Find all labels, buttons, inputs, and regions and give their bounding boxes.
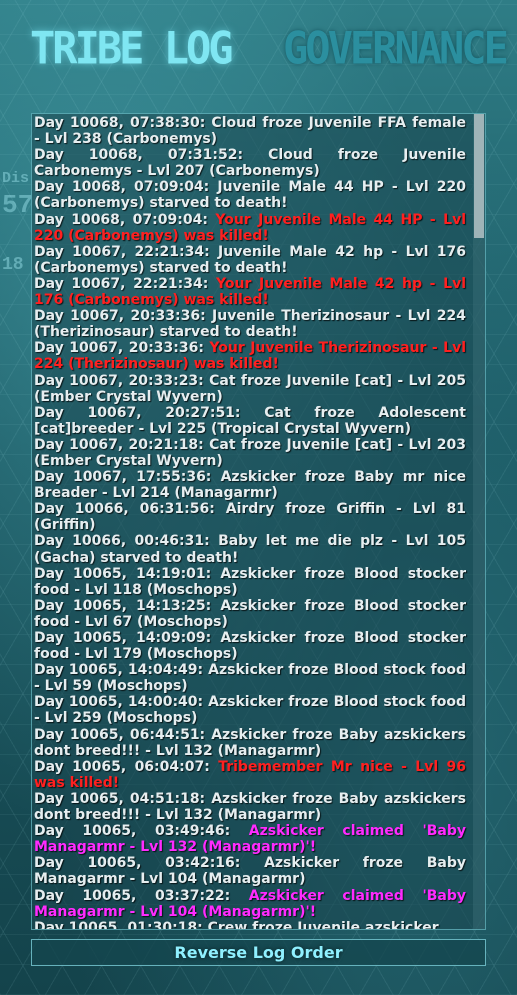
log-entry-text: Day 10068, 07:09:04: [34, 211, 216, 228]
log-entry: Day 10068, 07:38:30: Cloud froze Juvenil… [34, 115, 466, 147]
log-entry-text: Day 10065, 14:09:09: Azskicker froze Blo… [34, 630, 466, 663]
log-scrollbar-thumb[interactable] [474, 114, 484, 238]
log-entry: Day 10068, 07:09:04: Your Juvenile Male … [34, 212, 466, 244]
background-label-num: 57 [2, 190, 34, 220]
log-entry: Day 10067, 22:21:34: Your Juvenile Male … [34, 276, 466, 308]
log-entry: Day 10067, 20:33:36: Juvenile Therizinos… [34, 308, 466, 340]
log-entry: Day 10067, 20:33:23: Cat froze Juvenile … [34, 373, 466, 405]
log-scrollbar[interactable] [473, 114, 485, 929]
log-entry: Day 10067, 20:33:36: Your Juvenile Theri… [34, 340, 466, 372]
log-entry-text: Day 10065, 06:04:07: [34, 758, 219, 775]
log-entry-text: Day 10067, 20:33:36: [34, 340, 210, 357]
log-entry-text: Day 10067, 20:21:18: Cat froze Juvenile … [34, 436, 466, 469]
log-entry-text: Day 10065, 14:19:01: Azskicker froze Blo… [34, 565, 466, 598]
log-entry-text: Day 10067, 17:55:36: Azskicker froze Bab… [34, 469, 466, 502]
tab-tribe-log[interactable]: TRIBE LOG [30, 16, 234, 81]
log-entry: Day 10065, 14:04:49: Azskicker froze Blo… [34, 662, 466, 694]
log-entry: Day 10065, 14:00:40: Azskicker froze Blo… [34, 694, 466, 726]
log-entry: Day 10065, 14:09:09: Azskicker froze Blo… [34, 630, 466, 662]
log-entry: Day 10067, 17:55:36: Azskicker froze Bab… [34, 469, 466, 501]
log-entry-text: Day 10067, 22:21:34: [34, 275, 217, 292]
reverse-log-order-button[interactable]: Reverse Log Order [31, 939, 486, 966]
log-entry-text: Day 10067, 20:33:36: Juvenile Therizinos… [34, 308, 466, 341]
log-entry: Day 10068, 07:09:04: Juvenile Male 44 HP… [34, 179, 466, 211]
log-entry-text: Day 10066, 06:31:56: Airdry froze Griffi… [34, 501, 466, 534]
log-entry-text: Day 10067, 20:27:51: Cat froze Adolescen… [34, 404, 466, 437]
log-entry: Day 10066, 00:46:31: Baby let me die plz… [34, 533, 466, 565]
log-entry: Day 10065, 14:19:01: Azskicker froze Blo… [34, 566, 466, 598]
background-label-num2: 18 [2, 255, 24, 275]
log-entry-text: Day 10067, 20:33:23: Cat froze Juvenile … [34, 372, 466, 405]
log-entry-text: Day 10065, 03:49:46: [34, 823, 249, 840]
log-entry-text: Day 10065, 04:51:18: Azskicker froze Bab… [34, 790, 466, 824]
log-entry-text: Day 10068, 07:31:52: Cloud froze Juvenil… [34, 147, 466, 180]
reverse-log-order-label: Reverse Log Order [174, 943, 343, 962]
log-list: Day 10068, 07:38:30: Cloud froze Juvenil… [34, 115, 466, 930]
log-entry: Day 10067, 20:21:18: Cat froze Juvenile … [34, 437, 466, 469]
log-entry: Day 10067, 22:21:34: Juvenile Male 42 hp… [34, 244, 466, 276]
log-entry: Day 10065, 14:13:25: Azskicker froze Blo… [34, 598, 466, 630]
log-entry: Day 10066, 06:31:56: Airdry froze Griffi… [34, 501, 466, 533]
log-entry-text: Day 10065, 14:00:40: Azskicker froze Blo… [34, 694, 466, 727]
log-entry: Day 10065, 06:44:51: Azskicker froze Bab… [34, 727, 466, 759]
log-entry: Day 10065, 04:51:18: Azskicker froze Bab… [34, 791, 466, 823]
log-entry: Day 10068, 07:31:52: Cloud froze Juvenil… [34, 147, 466, 179]
tribe-log-panel[interactable]: Day 10068, 07:38:30: Cloud froze Juvenil… [31, 113, 486, 930]
log-entry: Day 10065, 03:37:22: Azskicker claimed '… [34, 888, 466, 920]
log-entry-text: Day 10065, 03:37:22: [34, 887, 249, 904]
log-entry-text: Day 10068, 07:09:04: Juvenile Male 44 HP… [34, 179, 466, 212]
log-entry-text: Day 10065, 14:13:25: Azskicker froze Blo… [34, 597, 466, 630]
log-entry: Day 10065, 03:42:16: Azskicker froze Bab… [34, 855, 466, 887]
log-entry: Day 10065, 06:04:07: Tribemember Mr nice… [34, 759, 466, 791]
log-entry-text: Day 10065, 01:30:18: Crew froze Juvenile… [34, 919, 439, 930]
log-entry-text: Day 10065, 14:04:49: Azskicker froze Blo… [34, 662, 466, 695]
background-label-dis: Dis [2, 170, 30, 187]
log-entry-text: Day 10065, 03:42:16: Azskicker froze Bab… [34, 855, 466, 888]
tab-bar: TRIBE LOG GOVERNANCE [0, 18, 517, 88]
log-entry: Day 10065, 03:49:46: Azskicker claimed '… [34, 823, 466, 855]
tab-governance[interactable]: GOVERNANCE [283, 16, 509, 81]
log-entry-text: Day 10068, 07:38:30: Cloud froze Juvenil… [34, 115, 466, 148]
log-entry-text: Day 10065, 06:44:51: Azskicker froze Bab… [34, 726, 466, 759]
log-entry-text: Day 10066, 00:46:31: Baby let me die plz… [34, 533, 466, 566]
log-entry: Day 10067, 20:27:51: Cat froze Adolescen… [34, 405, 466, 437]
log-entry-text: Day 10067, 22:21:34: Juvenile Male 42 hp… [34, 243, 466, 276]
log-entry: Day 10065, 01:30:18: Crew froze Juvenile… [34, 919, 466, 930]
